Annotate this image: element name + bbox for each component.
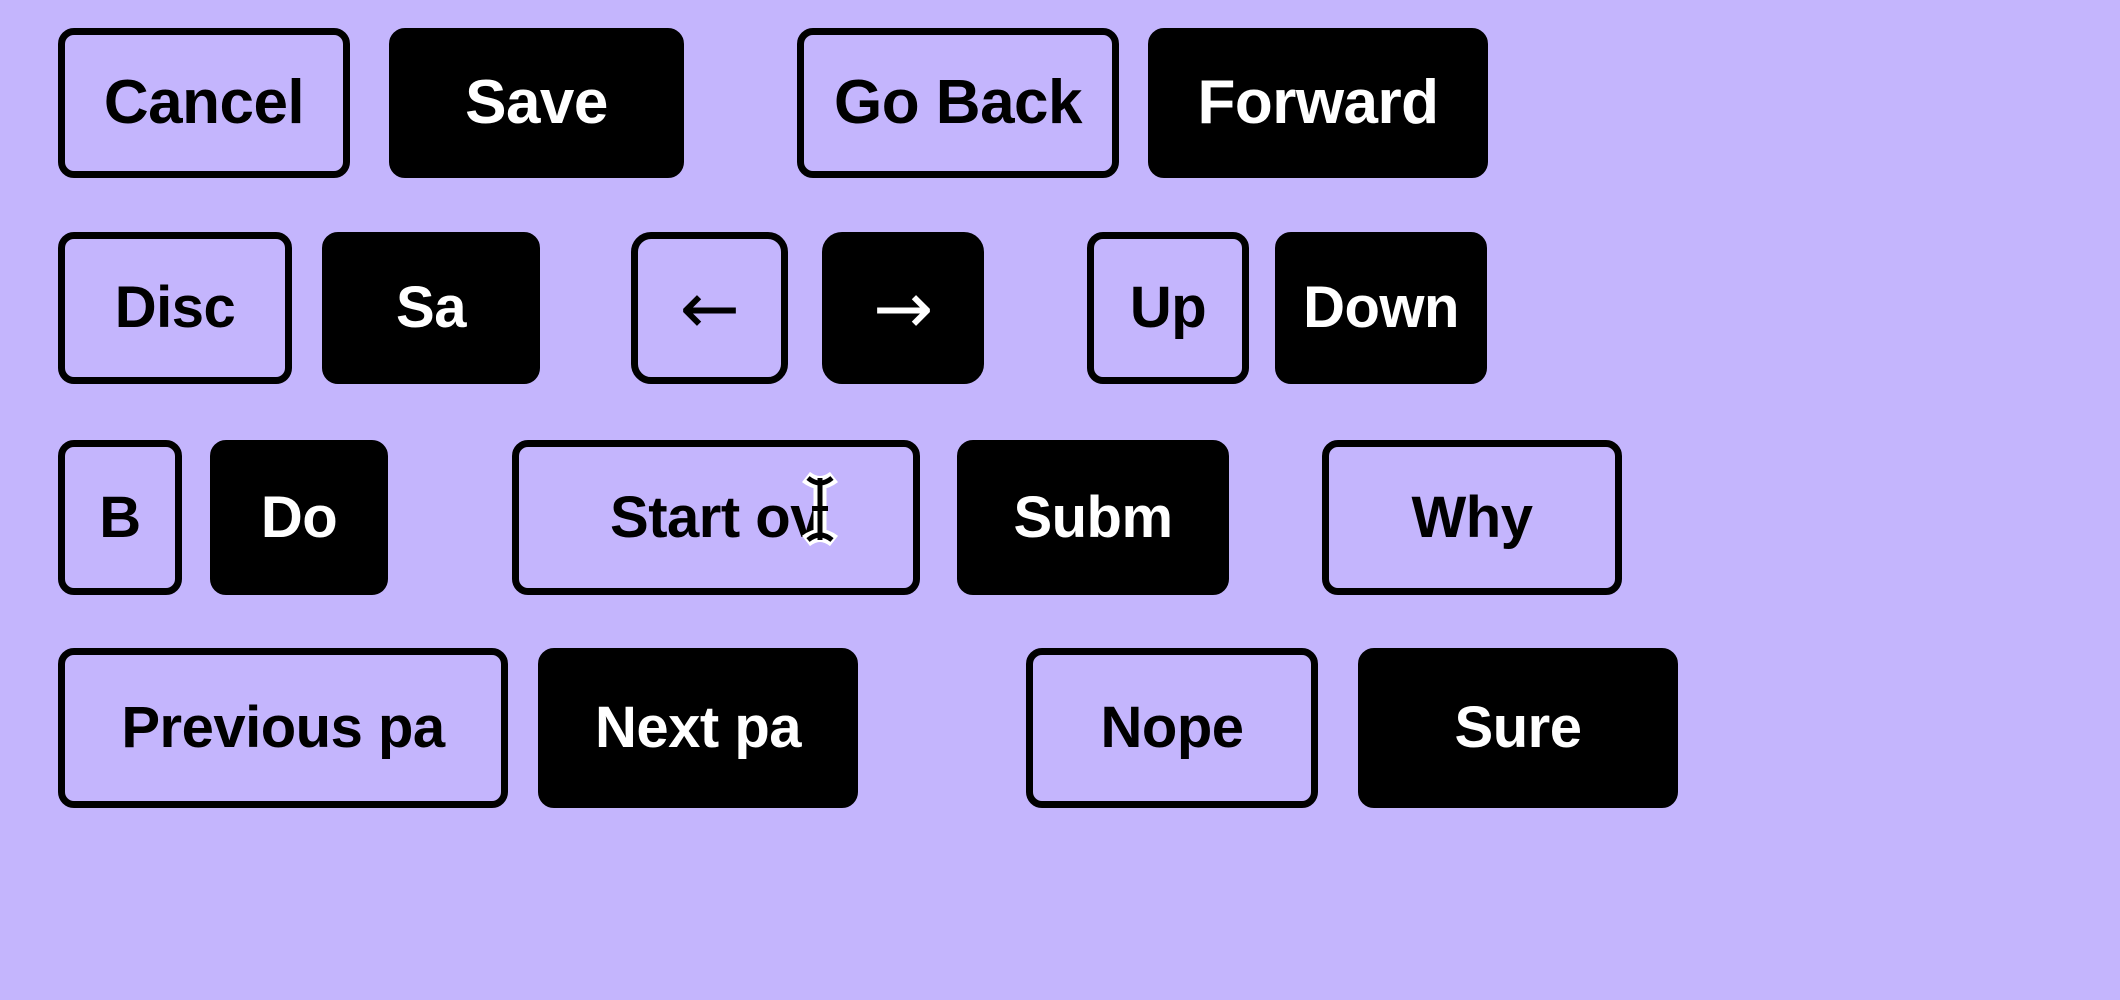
save-short-button[interactable]: Sa (322, 232, 540, 384)
start-over-button[interactable]: Start ov (512, 440, 920, 595)
down-button[interactable]: Down (1275, 232, 1487, 384)
next-page-button-label: Next pa (594, 695, 802, 760)
save-button-label: Save (465, 68, 608, 137)
go-back-button[interactable]: Go Back (797, 28, 1119, 178)
cancel-button[interactable]: Cancel (58, 28, 350, 178)
discard-button-label: Disc (114, 275, 236, 340)
next-page-button[interactable]: Next pa (538, 648, 858, 808)
forward-button[interactable]: Forward (1148, 28, 1488, 178)
arrow-right-icon: → (873, 266, 933, 350)
back-short-button-label: B (99, 484, 141, 550)
sure-button-label: Sure (1454, 695, 1582, 760)
up-button[interactable]: Up (1087, 232, 1249, 384)
save-button[interactable]: Save (389, 28, 684, 178)
sure-button[interactable]: Sure (1358, 648, 1678, 808)
why-button-label: Why (1411, 484, 1533, 550)
cancel-button-label: Cancel (103, 68, 305, 137)
forward-button-label: Forward (1197, 68, 1439, 137)
submit-button[interactable]: Subm (957, 440, 1229, 595)
why-button[interactable]: Why (1322, 440, 1622, 595)
arrow-right-icon-button[interactable]: → (822, 232, 984, 384)
do-button-label: Do (260, 484, 338, 550)
start-over-button-label: Start ov (610, 484, 822, 550)
arrow-left-icon-button[interactable]: ← (631, 232, 788, 384)
discard-button[interactable]: Disc (58, 232, 292, 384)
nope-button[interactable]: Nope (1026, 648, 1318, 808)
down-button-label: Down (1303, 275, 1459, 340)
up-button-label: Up (1129, 275, 1207, 340)
previous-page-button-label: Previous pa (121, 695, 445, 760)
go-back-button-label: Go Back (833, 68, 1083, 137)
do-button[interactable]: Do (210, 440, 388, 595)
submit-button-label: Subm (1013, 484, 1173, 550)
back-short-button[interactable]: B (58, 440, 182, 595)
arrow-left-icon: ← (679, 266, 740, 350)
previous-page-button[interactable]: Previous pa (58, 648, 508, 808)
nope-button-label: Nope (1100, 695, 1245, 760)
button-grid-canvas: Cancel Save Go Back Forward Disc Sa ← → … (0, 0, 2120, 1000)
save-short-button-label: Sa (396, 275, 466, 340)
